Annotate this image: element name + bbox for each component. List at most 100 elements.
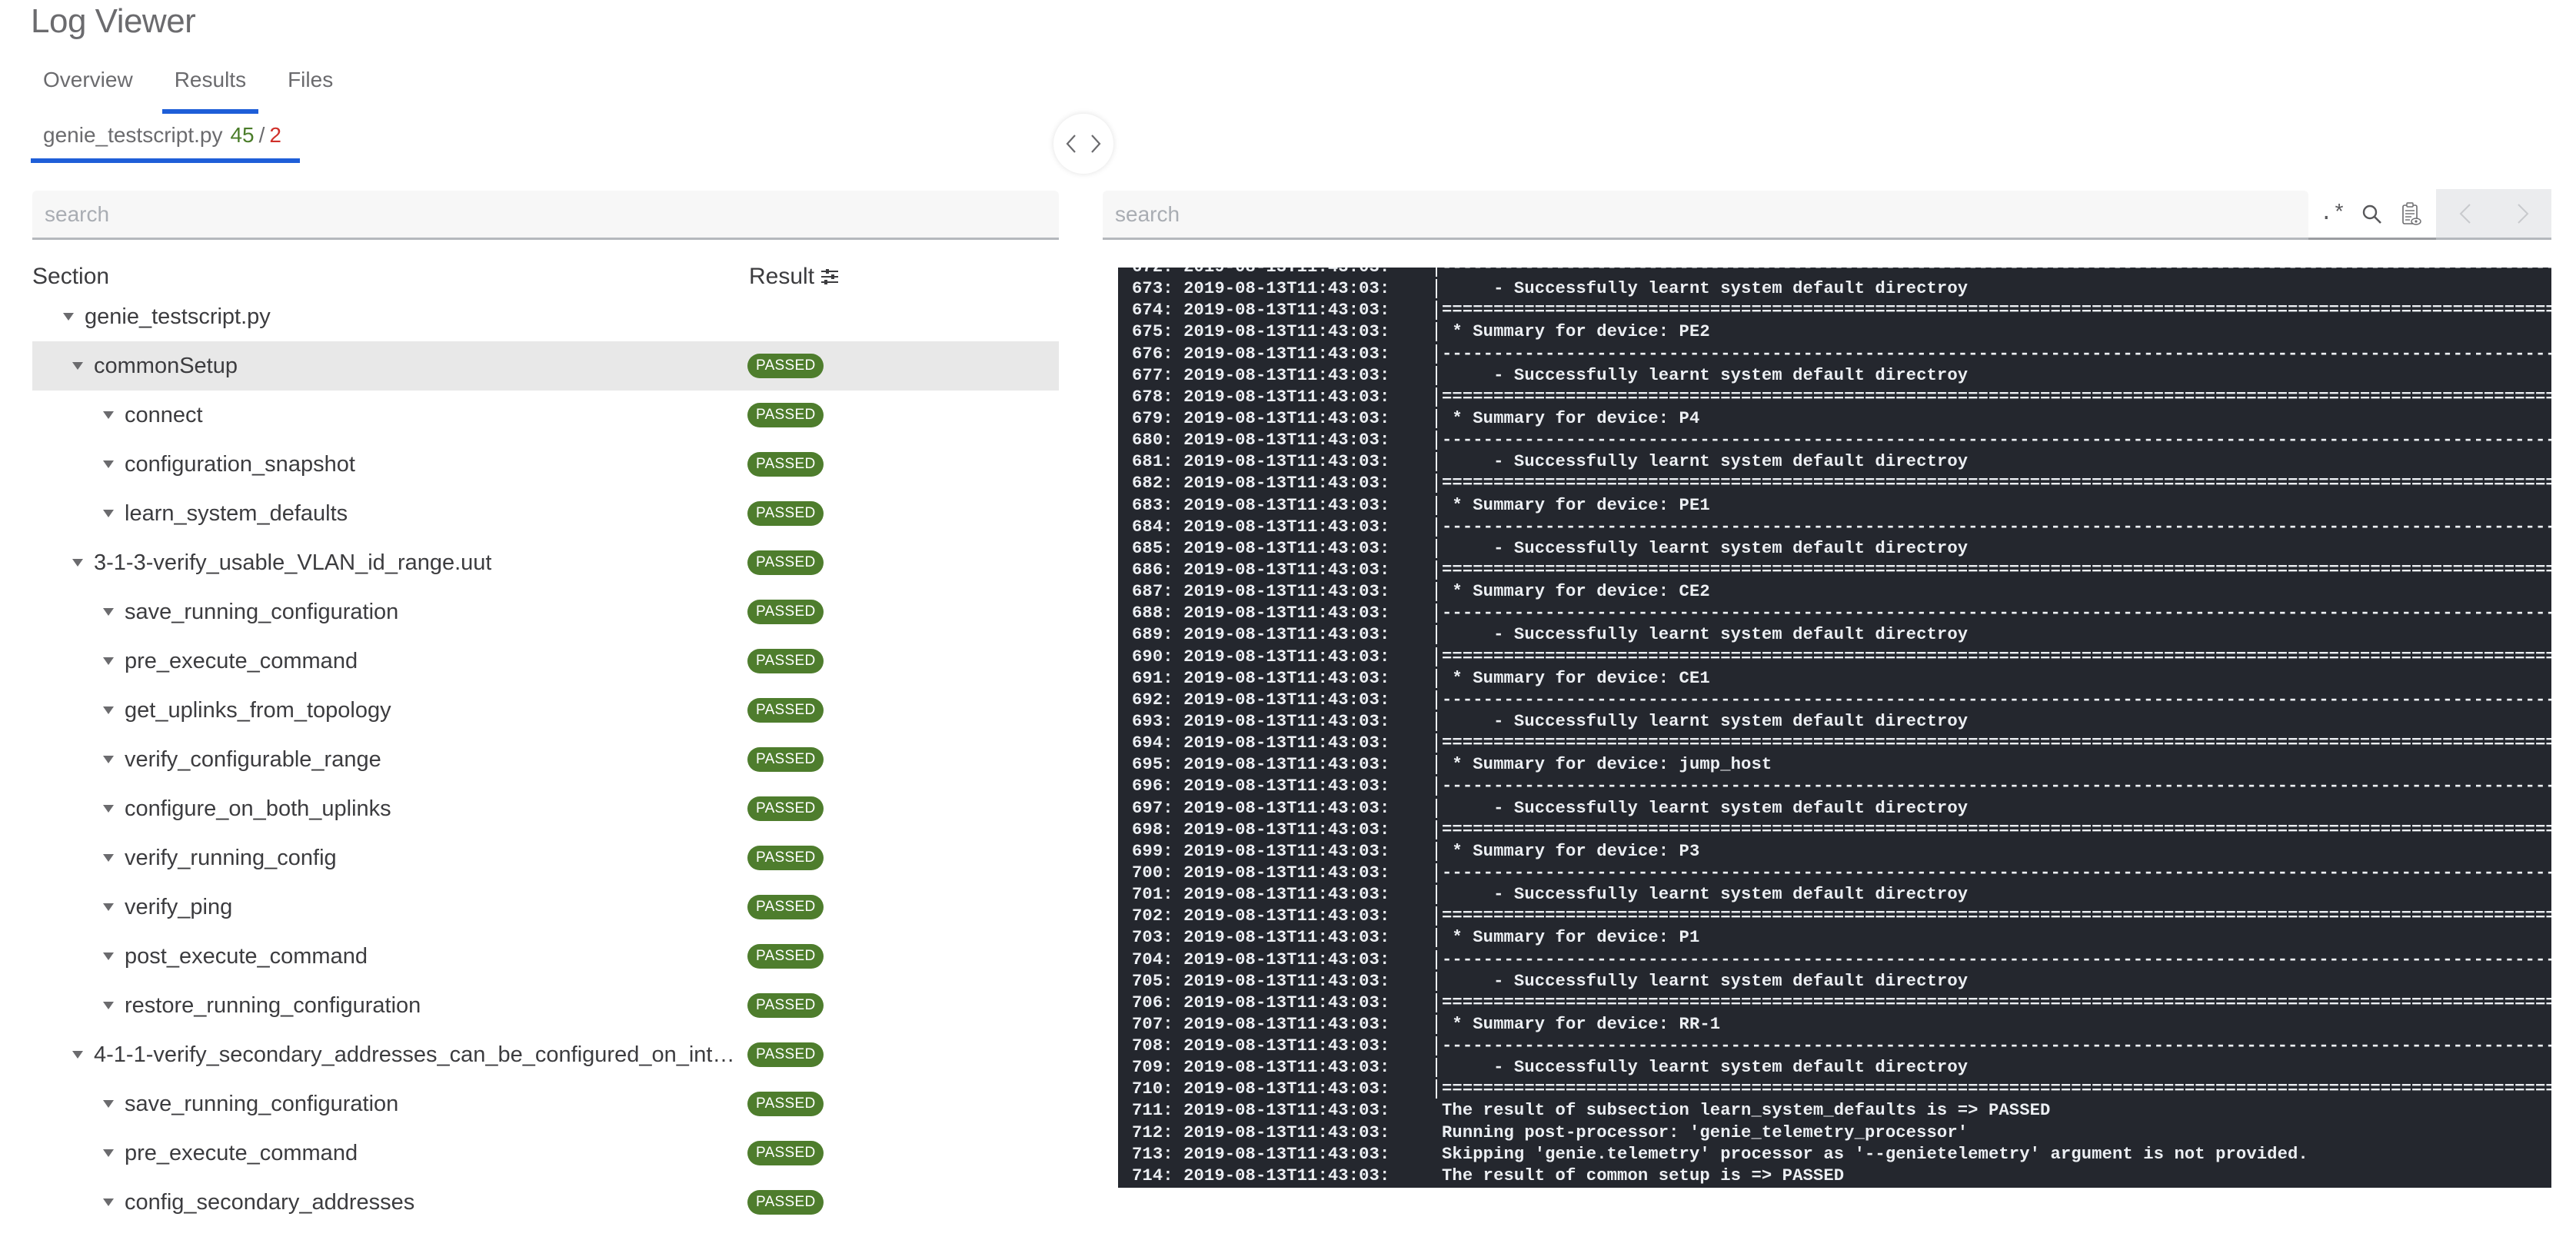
script-tab[interactable]: genie_testscript.py 45/2 — [31, 118, 300, 163]
caret-down-icon[interactable] — [100, 411, 117, 420]
tree-row[interactable]: 4-1-1-verify_secondary_addresses_can_be_… — [32, 1030, 1059, 1079]
tree-row-label: 3-1-3-verify_usable_VLAN_id_range.uut — [94, 550, 492, 575]
tree-row[interactable]: pre_execute_command PASSED — [32, 1129, 1059, 1178]
tree-row[interactable]: verify_configurable_range PASSED — [32, 735, 1059, 784]
log-line-message: ----------------------------------------… — [1436, 776, 2551, 796]
tree-row[interactable]: 3-1-3-verify_usable_VLAN_id_range.uut PAS… — [32, 538, 1059, 587]
filter-sliders-icon[interactable] — [820, 268, 839, 285]
log-line: 698: 2019-08-13T11:43:03: ===============… — [1132, 819, 2551, 841]
caret-down-icon[interactable] — [100, 657, 117, 666]
caret-down-icon[interactable] — [100, 509, 117, 518]
log-line-message: ----------------------------------------… — [1436, 863, 2551, 883]
count-separator: / — [258, 123, 265, 147]
log-line-message: * Summary for device: PE1 — [1436, 495, 1710, 515]
log-line-message: Running post-processor: 'genie_telemetry… — [1442, 1122, 1969, 1142]
panel-split-toggle-button[interactable] — [1053, 114, 1113, 174]
next-match-button[interactable] — [2508, 198, 2538, 229]
tree-row-label: configure_on_both_uplinks — [125, 796, 391, 821]
caret-down-icon[interactable] — [100, 755, 117, 764]
caret-down-icon[interactable] — [100, 1001, 117, 1010]
previous-match-button[interactable] — [2450, 198, 2481, 229]
tree-row[interactable]: save_running_configuration PASSED — [32, 1079, 1059, 1129]
caret-down-icon[interactable] — [69, 1050, 86, 1059]
log-line: 688: 2019-08-13T11:43:03: ---------------… — [1132, 603, 2551, 624]
log-line: 713: 2019-08-13T11:43:03: Skipping 'genie… — [1132, 1144, 2551, 1165]
clipboard-view-button[interactable] — [2395, 198, 2428, 231]
log-search-input[interactable] — [1103, 191, 2308, 238]
result-column-header[interactable]: Result — [749, 261, 839, 292]
caret-down-icon[interactable] — [100, 1149, 117, 1158]
caret-down-icon[interactable] — [100, 1198, 117, 1207]
caret-down-icon[interactable] — [100, 903, 117, 912]
log-line-timestamp: 693: 2019-08-13T11:43:03: — [1132, 711, 1390, 731]
log-output-terminal[interactable]: 672: 2019-08-13T11:43:03:---------------… — [1118, 268, 2551, 1188]
status-badge: PASSED — [747, 452, 824, 477]
status-badge: PASSED — [747, 895, 824, 919]
tree-row[interactable]: verify_ping PASSED — [32, 883, 1059, 932]
tree-row-label: verify_configurable_range — [125, 746, 381, 772]
log-line: 679: 2019-08-13T11:43:03: * Summary for … — [1132, 408, 2551, 430]
log-line-message: ----------------------------------------… — [1436, 1036, 2551, 1056]
tree-row[interactable]: genie_testscript.py — [32, 292, 1059, 341]
log-line-timestamp: 685: 2019-08-13T11:43:03: — [1132, 538, 1390, 558]
log-line-timestamp: 689: 2019-08-13T11:43:03: — [1132, 625, 1390, 645]
caret-down-icon[interactable] — [100, 853, 117, 863]
caret-down-icon[interactable] — [100, 952, 117, 961]
caret-down-icon[interactable] — [100, 706, 117, 715]
caret-down-icon[interactable] — [60, 312, 77, 321]
caret-down-icon[interactable] — [69, 361, 86, 371]
log-line: 681: 2019-08-13T11:43:03: - Successfully… — [1132, 451, 2551, 473]
log-line: 691: 2019-08-13T11:43:03: * Summary for … — [1132, 668, 2551, 690]
log-line-message: Skipping 'genie.telemetry' processor as … — [1442, 1144, 2308, 1164]
status-badge: PASSED — [747, 501, 824, 526]
tree-row[interactable]: configure_on_both_uplinks PASSED — [32, 784, 1059, 833]
log-line-message: ========================================… — [1436, 301, 2551, 321]
caret-down-icon[interactable] — [100, 1099, 117, 1109]
clipboard-view-icon — [2402, 201, 2422, 225]
tree-row[interactable]: commonSetup PASSED — [32, 341, 1059, 391]
caret-down-icon[interactable] — [100, 804, 117, 813]
log-line-timestamp: 686: 2019-08-13T11:43:03: — [1132, 560, 1390, 580]
tab-files[interactable]: Files — [275, 63, 345, 106]
section-search-box — [32, 191, 1059, 240]
tab-overview[interactable]: Overview — [31, 63, 145, 106]
log-line-timestamp: 703: 2019-08-13T11:43:03: — [1132, 928, 1390, 948]
tree-row[interactable]: config_secondary_addresses PASSED — [32, 1178, 1059, 1227]
tree-row[interactable]: post_execute_command PASSED — [32, 932, 1059, 981]
log-line-message: - Successfully learnt system default dir… — [1436, 711, 1969, 731]
log-line-message: * Summary for device: PE2 — [1436, 322, 1710, 342]
tree-row[interactable]: configuration_snapshot PASSED — [32, 440, 1059, 489]
tab-results[interactable]: Results — [161, 63, 259, 114]
log-line: 689: 2019-08-13T11:43:03: - Successfully… — [1132, 624, 2551, 646]
caret-down-icon[interactable] — [100, 460, 117, 469]
log-line-timestamp: 711: 2019-08-13T11:43:03: — [1132, 1101, 1390, 1121]
log-line-message: ========================================… — [1436, 1079, 2551, 1099]
regex-toggle-button[interactable]: .* — [2316, 198, 2350, 231]
tree-row[interactable]: restore_running_configuration PASSED — [32, 981, 1059, 1030]
status-badge: PASSED — [747, 698, 824, 723]
log-line: 672: 2019-08-13T11:43:03:---------------… — [1132, 268, 2551, 278]
log-line-timestamp: 676: 2019-08-13T11:43:03: — [1132, 344, 1390, 364]
tree-row[interactable]: verify_running_config PASSED — [32, 833, 1059, 883]
status-badge: PASSED — [747, 1042, 824, 1067]
section-tree: genie_testscript.py commonSetup PASSED conn… — [32, 292, 1059, 1227]
log-line-message: - Successfully learnt system default dir… — [1436, 971, 1969, 991]
tree-row-label: save_running_configuration — [125, 1091, 399, 1116]
tree-row[interactable]: pre_execute_command PASSED — [32, 637, 1059, 686]
section-search-input[interactable] — [32, 191, 1059, 238]
tree-row[interactable]: get_uplinks_from_topology PASSED — [32, 686, 1059, 735]
log-line-timestamp: 700: 2019-08-13T11:43:03: — [1132, 863, 1390, 883]
log-line-timestamp: 675: 2019-08-13T11:43:03: — [1132, 322, 1390, 342]
tree-row[interactable]: save_running_configuration PASSED — [32, 587, 1059, 637]
tree-row[interactable]: connect PASSED — [32, 391, 1059, 440]
log-search-button[interactable] — [2355, 198, 2389, 231]
log-line-message: - Successfully learnt system default dir… — [1436, 798, 1969, 818]
caret-down-icon[interactable] — [100, 607, 117, 617]
log-line-timestamp: 705: 2019-08-13T11:43:03: — [1132, 971, 1390, 991]
result-column-label: Result — [749, 264, 815, 289]
log-line-message: ========================================… — [1436, 560, 2551, 580]
log-line-timestamp: 695: 2019-08-13T11:43:03: — [1132, 755, 1390, 775]
tree-row[interactable]: learn_system_defaults PASSED — [32, 489, 1059, 538]
log-line-message: * Summary for device: jump_host — [1436, 755, 1772, 775]
caret-down-icon[interactable] — [69, 558, 86, 567]
